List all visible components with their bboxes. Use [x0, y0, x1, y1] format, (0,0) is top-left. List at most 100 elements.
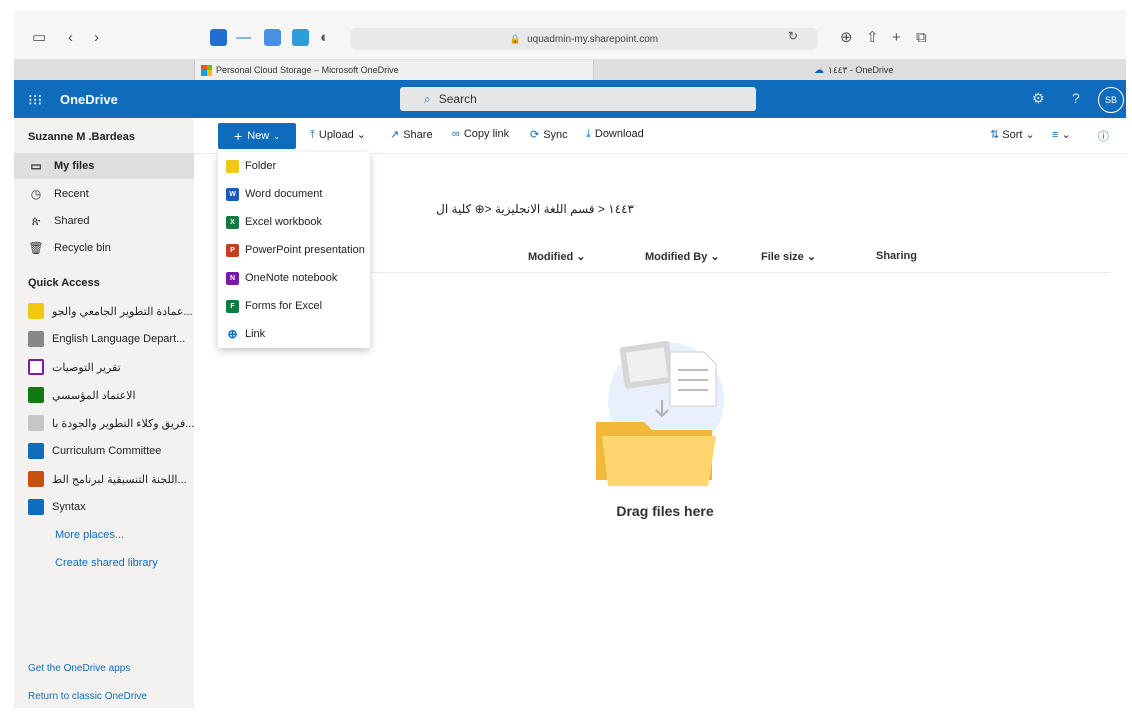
more-places-link[interactable]: More places... [55, 529, 124, 541]
qr-code-icon[interactable] [264, 29, 281, 46]
quick-access-item[interactable]: تقرير التوصيات [14, 355, 194, 379]
download-label: Download [594, 128, 644, 140]
site-logo-icon [28, 471, 44, 487]
menu-item-label: Forms for Excel [245, 300, 323, 312]
help-icon[interactable]: ? [1072, 90, 1080, 106]
menu-item-label: Excel workbook [245, 216, 323, 228]
upload-label: Upload [318, 129, 354, 141]
view-options-button[interactable]: ≡ ⌄ [1052, 128, 1071, 141]
header-divider [370, 272, 1110, 273]
quick-access-item[interactable]: عمادة التطوير الجامعي والجو... [14, 299, 194, 323]
download-icon: ⤓ [586, 128, 591, 140]
share-icon[interactable]: ⇧ [866, 30, 879, 45]
menu-item-label: Word document [245, 188, 323, 200]
chevron-down-icon: ⌄ [273, 131, 280, 141]
app-name[interactable]: OneDrive [60, 92, 118, 107]
reload-icon[interactable]: ↻ [788, 30, 798, 42]
column-header-file-size[interactable]: File size ⌄ [761, 250, 816, 263]
new-tab-icon[interactable]: + [892, 30, 901, 45]
extension-icon[interactable] [210, 29, 227, 46]
sort-icon: ⇅ [990, 129, 1000, 141]
sync-icon: ⟳ [530, 129, 540, 141]
get-apps-link[interactable]: Get the OneDrive apps [28, 663, 130, 674]
menu-item-folder[interactable]: Folder [218, 153, 370, 179]
create-shared-library-link[interactable]: Create shared library [55, 557, 158, 569]
menu-item-onenote[interactable]: N OneNote notebook [218, 265, 370, 291]
column-label: File size [761, 251, 804, 263]
download-icon[interactable]: ⊕ [840, 30, 853, 45]
quick-access-label: Syntax [52, 501, 86, 513]
sort-button[interactable]: ⇅ Sort ⌄ [990, 128, 1035, 141]
tab-onedrive-personal[interactable]: Personal Cloud Storage – Microsoft OneDr… [194, 60, 594, 80]
extension-icon[interactable] [292, 29, 309, 46]
column-header-sharing[interactable]: Sharing [876, 250, 917, 262]
sync-button[interactable]: ⟳ Sync [530, 128, 568, 141]
column-header-modified[interactable]: Modified ⌄ [528, 250, 586, 263]
nav-recycle-bin[interactable]: 🗑 Recycle bin [14, 235, 194, 261]
app-header: ⁝⁝⁝ OneDrive ⌕ Search ⚙ ? SB [14, 80, 1126, 118]
menu-item-link[interactable]: ⊕ Link [218, 321, 370, 347]
share-icon: ↗ [390, 129, 400, 141]
address-bar[interactable]: 🔒 uquadmin-my.sharepoint.com [350, 28, 818, 50]
empty-folder-illustration [596, 340, 724, 486]
minus-icon[interactable]: — [236, 30, 251, 45]
menu-item-forms[interactable]: F Forms for Excel [218, 293, 370, 319]
clock-icon: ◷ [30, 187, 42, 201]
trash-icon: 🗑 [28, 241, 44, 255]
lock-icon: 🔒 [509, 33, 522, 44]
user-name: Suzanne M .Bardeas [28, 131, 135, 143]
back-icon[interactable]: ‹ [68, 30, 73, 45]
info-icon[interactable]: ⓘ [1098, 128, 1109, 144]
site-logo-icon [28, 303, 44, 319]
site-logo-icon [28, 359, 44, 375]
people-icon: ጵ [31, 213, 41, 228]
quick-access-label: English Language Depart... [52, 333, 186, 345]
tab-title: Personal Cloud Storage – Microsoft OneDr… [216, 65, 399, 75]
tab-onedrive-folder[interactable]: ☁ ١٤٤٣ - OneDrive [814, 60, 893, 80]
settings-icon[interactable]: ⚙ [1032, 90, 1045, 107]
quick-access-item[interactable]: فريق وكلاء التطوير والجودة با... [14, 411, 194, 435]
nav-my-files[interactable]: ▭ My files [14, 153, 194, 179]
command-bar: + New ⌄ ⤒ Upload ⌄ ↗ Share ∞ Copy link ⟳ Syn… [194, 118, 1126, 154]
globe-icon: ⊕ [226, 327, 239, 341]
quick-access-item[interactable]: الاعتماد المؤسسي [14, 383, 194, 407]
menu-item-powerpoint[interactable]: P PowerPoint presentation [218, 237, 370, 263]
app-launcher-icon[interactable]: ⁝⁝⁝ [28, 91, 42, 109]
new-button[interactable]: + New ⌄ [218, 123, 296, 149]
breadcrumb[interactable]: ١٤٤٣ < قسم اللغة الانجليزية <⊕ كلية ال [372, 202, 634, 216]
share-button[interactable]: ↗ Share [390, 128, 433, 141]
quick-access-item[interactable]: Curriculum Committee [14, 439, 194, 463]
download-button[interactable]: ⤓ Download [586, 128, 644, 141]
quick-access-item[interactable]: English Language Depart... [14, 327, 194, 351]
menu-item-label: PowerPoint presentation [245, 244, 365, 256]
column-header-modified-by[interactable]: Modified By ⌄ [645, 250, 720, 263]
quick-access-item[interactable]: اللجنة التنسيقية لبرنامج الط... [14, 467, 194, 491]
nav-recent[interactable]: ◷ Recent [14, 181, 194, 207]
menu-item-word[interactable]: W Word document [218, 181, 370, 207]
tabs-overview-icon[interactable]: ⧉ [916, 30, 927, 45]
excel-icon: X [226, 215, 239, 229]
site-logo-icon [28, 443, 44, 459]
return-classic-link[interactable]: Return to classic OneDrive [28, 691, 147, 702]
quick-access-label: فريق وكلاء التطوير والجودة با... [52, 417, 194, 430]
sync-label: Sync [543, 129, 568, 141]
folder-icon [226, 159, 239, 173]
menu-item-label: OneNote notebook [245, 272, 338, 284]
shield-icon[interactable]: ◐ [320, 30, 329, 45]
avatar[interactable]: SB [1098, 87, 1124, 113]
quick-access-item[interactable]: Syntax [14, 495, 194, 519]
copy-link-button[interactable]: ∞ Copy link [452, 128, 509, 140]
tab-bar: Personal Cloud Storage – Microsoft OneDr… [14, 60, 1126, 80]
sidebar-icon[interactable]: ▭ [32, 30, 46, 45]
nav-label: Recycle bin [54, 242, 111, 254]
nav-shared[interactable]: ጵ Shared [14, 208, 194, 234]
upload-button[interactable]: ⤒ Upload ⌄ [310, 128, 366, 142]
forms-icon: F [226, 299, 239, 313]
forward-icon[interactable]: › [94, 30, 99, 45]
search-box[interactable]: ⌕ Search [400, 87, 756, 111]
upload-icon: ⤒ [310, 129, 315, 141]
site-logo-icon [28, 387, 44, 403]
menu-item-excel[interactable]: X Excel workbook [218, 209, 370, 235]
plus-icon: + [234, 128, 243, 144]
folder-icon: ▭ [30, 159, 42, 173]
